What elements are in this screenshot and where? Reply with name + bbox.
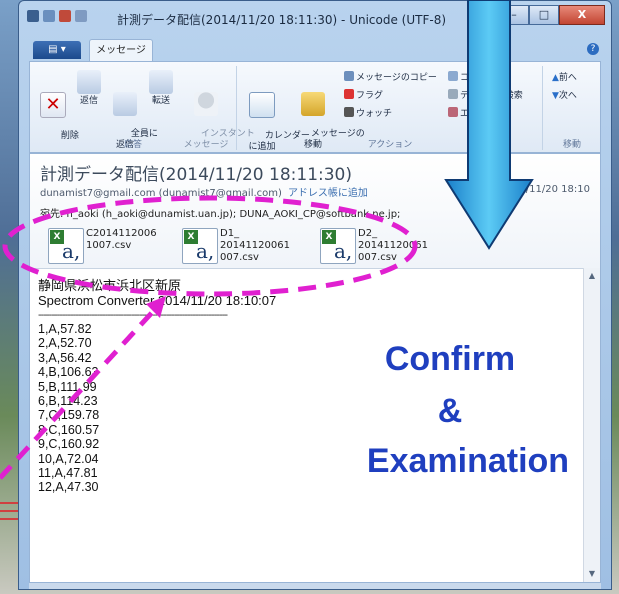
highlight-ellipse — [2, 195, 418, 297]
overlay-ampersand: & — [437, 392, 463, 430]
overlay-confirm: Confirm — [384, 340, 516, 378]
pointer-line — [0, 304, 160, 480]
overlay-examination: Examination — [366, 442, 570, 480]
down-arrow-icon — [444, 0, 534, 250]
annotation-layer — [0, 0, 534, 480]
